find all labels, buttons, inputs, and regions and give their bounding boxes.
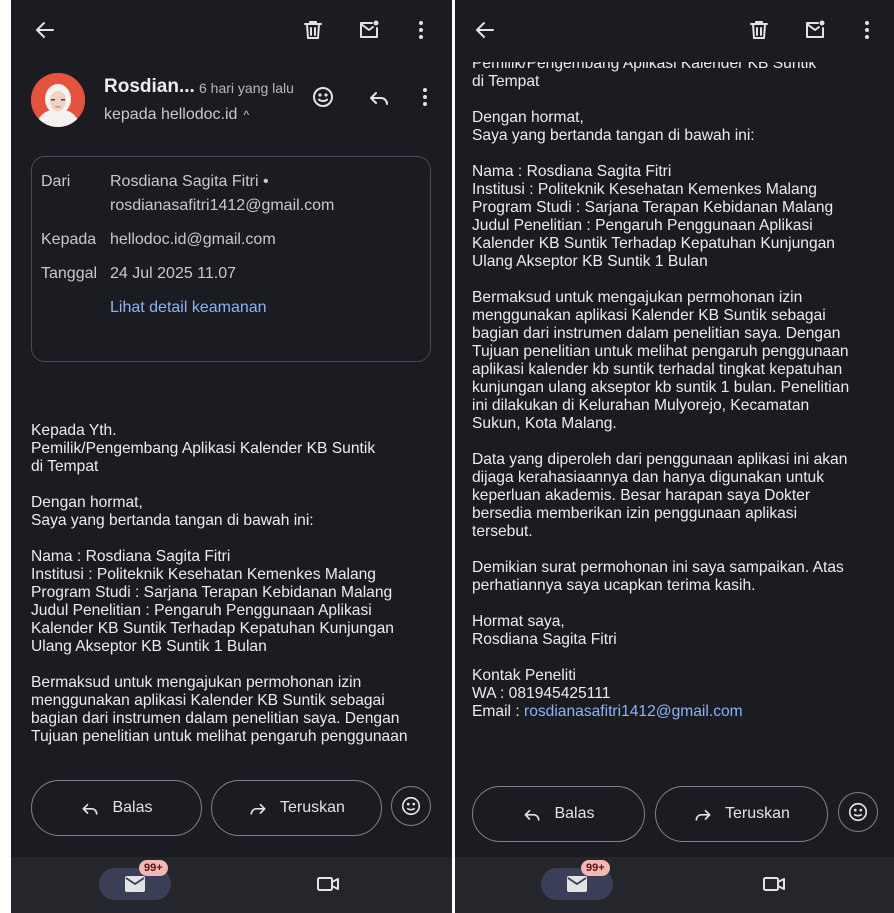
back-button[interactable] <box>29 14 61 46</box>
nav-meet-button[interactable] <box>761 871 787 897</box>
video-icon <box>317 877 339 891</box>
chevron-up-icon: ^ <box>243 108 250 122</box>
more-options-button[interactable] <box>851 14 883 46</box>
message-time: 6 hari yang lalu <box>199 80 294 96</box>
from-label: Dari <box>41 173 71 190</box>
emoji-icon <box>848 802 868 822</box>
nav-meet-button[interactable] <box>315 871 341 897</box>
reply-icon <box>82 803 98 815</box>
emoji-react-button[interactable] <box>307 81 339 113</box>
from-name: Rosdiana Sagita Fitri • <box>110 173 269 190</box>
recipient-label: kepada hellodoc.id <box>104 106 238 123</box>
mail-unread-icon <box>360 20 379 38</box>
date-label: Tanggal <box>41 265 98 282</box>
more-vert-icon <box>865 21 869 39</box>
bottom-navigation: 99+ <box>11 857 452 913</box>
top-app-bar <box>11 0 452 62</box>
delete-button[interactable] <box>743 14 775 46</box>
avatar-photo <box>31 73 85 127</box>
forward-icon <box>250 803 266 815</box>
mail-unread-icon <box>806 20 825 38</box>
body-paragraph: Kontak Peneliti WA : 081945425111 <box>472 667 611 702</box>
emoji-icon <box>313 87 333 107</box>
trash-icon <box>304 21 322 39</box>
recipient-toggle[interactable]: kepada hellodoc.id ^ <box>104 106 249 124</box>
forward-button[interactable]: Teruskan <box>655 786 828 842</box>
mark-unread-button[interactable] <box>353 14 385 46</box>
to-value[interactable]: hellodoc.id@gmail.com <box>110 228 276 252</box>
body-paragraph: Kepada Yth. Pemilik/Pengembang Aplikasi … <box>31 422 376 475</box>
body-paragraph: Nama : Rosdiana Sagita Fitri Institusi :… <box>31 548 394 655</box>
arrow-left-icon <box>476 22 494 38</box>
reply-button[interactable]: Balas <box>472 786 645 842</box>
trash-icon <box>750 21 768 39</box>
security-details-link[interactable]: Lihat detail keamanan <box>110 296 267 320</box>
from-email[interactable]: rosdianasafitri1412@gmail.com <box>110 194 334 218</box>
video-icon <box>763 877 785 891</box>
message-more-button[interactable] <box>409 81 441 113</box>
message-actions: Balas Teruskan <box>11 780 452 842</box>
reply-icon <box>370 92 388 105</box>
reply-label: Balas <box>554 805 595 822</box>
forward-icon <box>695 809 711 821</box>
emoji-react-button[interactable] <box>838 792 878 832</box>
forward-button[interactable]: Teruskan <box>211 780 382 836</box>
body-paragraph: Nama : Rosdiana Sagita Fitri Institusi :… <box>472 163 835 270</box>
reply-header-button[interactable] <box>363 81 395 113</box>
nav-mail-button[interactable]: 99+ <box>541 860 613 900</box>
unread-badge: 99+ <box>581 860 610 876</box>
body-paragraph: Demikian surat permohonan ini saya sampa… <box>472 559 844 594</box>
reply-label: Balas <box>112 799 153 816</box>
unread-badge: 99+ <box>139 860 168 876</box>
email-view-right: Pemilik/Pengembang Aplikasi Kalender KB … <box>455 0 894 913</box>
body-paragraph: Dengan hormat, Saya yang bertanda tangan… <box>472 109 755 144</box>
delete-button[interactable] <box>297 14 329 46</box>
body-paragraph: Data yang diperoleh dari penggunaan apli… <box>472 451 848 540</box>
reply-icon <box>524 809 540 821</box>
contact-email: Email : rosdianasafitri1412@gmail.com <box>472 703 884 721</box>
mail-icon <box>567 876 587 892</box>
email-label: Email : <box>472 703 524 720</box>
arrow-left-icon <box>36 22 54 38</box>
message-actions: Balas Teruskan <box>455 786 894 848</box>
body-paragraph: Bermaksud untuk mengajukan permohonan iz… <box>31 674 408 745</box>
body-paragraph: Bermaksud untuk mengajukan permohonan iz… <box>472 289 850 432</box>
forward-label: Teruskan <box>280 799 345 816</box>
mark-unread-button[interactable] <box>799 14 831 46</box>
forward-label: Teruskan <box>725 805 790 822</box>
sender-name[interactable]: Rosdian... <box>104 76 195 98</box>
message-details-card: Dari Rosdiana Sagita Fitri • rosdianasaf… <box>31 156 431 362</box>
bottom-navigation: 99+ <box>455 857 894 913</box>
from-value: Rosdiana Sagita Fitri • rosdianasafitri1… <box>110 170 334 218</box>
message-body: Kepada Yth. Pemilik/Pengembang Aplikasi … <box>31 422 442 764</box>
body-paragraph: Dengan hormat, Saya yang bertanda tangan… <box>31 494 314 529</box>
message-body: Pemilik/Pengembang Aplikasi Kalender KB … <box>472 55 884 721</box>
email-view-left: Rosdian... 6 hari yang lalu kepada hello… <box>11 0 452 913</box>
emoji-icon <box>401 796 421 816</box>
back-button[interactable] <box>469 14 501 46</box>
more-vert-icon <box>423 88 427 106</box>
avatar[interactable] <box>31 73 85 127</box>
body-paragraph: Hormat saya, Rosdiana Sagita Fitri <box>472 613 617 648</box>
contact-email-link[interactable]: rosdianasafitri1412@gmail.com <box>524 703 743 720</box>
mail-icon <box>125 876 145 892</box>
more-vert-icon <box>419 21 423 39</box>
reply-button[interactable]: Balas <box>31 780 202 836</box>
top-app-bar <box>455 0 894 62</box>
to-label: Kepada <box>41 231 97 248</box>
message-header: Rosdian... 6 hari yang lalu kepada hello… <box>11 62 452 144</box>
more-options-button[interactable] <box>405 14 437 46</box>
nav-mail-button[interactable]: 99+ <box>99 860 171 900</box>
emoji-react-button[interactable] <box>391 786 431 826</box>
date-value: 24 Jul 2025 11.07 <box>110 265 237 282</box>
